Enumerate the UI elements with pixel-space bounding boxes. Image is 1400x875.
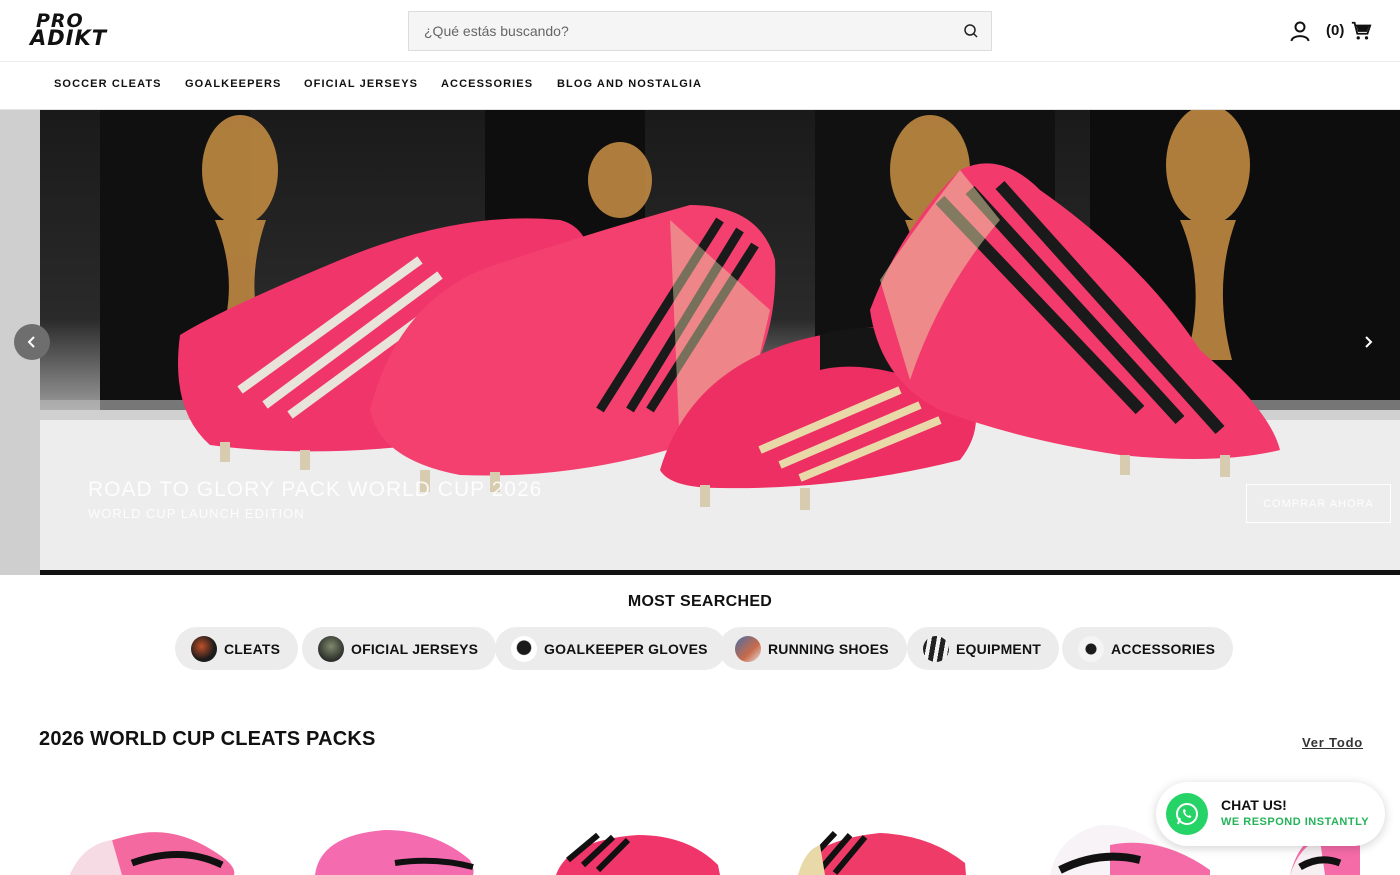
chip-label: RUNNING SHOES — [768, 640, 889, 657]
cleats-thumbnail — [191, 635, 217, 662]
hero-subtitle: WORLD CUP LAUNCH EDITION — [88, 506, 305, 521]
nav-item-oficial-jerseys[interactable]: OFICIAL JERSEYS — [304, 78, 418, 90]
chip-label: GOALKEEPER GLOVES — [544, 640, 708, 657]
brand-logo[interactable]: PRO ADIKT — [30, 12, 114, 50]
chip-equipment[interactable]: EQUIPMENT — [907, 627, 1060, 670]
glove-thumbnail — [511, 635, 537, 662]
chevron-left-icon — [27, 336, 35, 348]
user-icon[interactable] — [1288, 19, 1312, 43]
chat-subtitle: WE RESPOND INSTANTLY — [1221, 816, 1370, 828]
jersey-thumbnail — [318, 635, 344, 662]
section-title: 2026 WORLD CUP CLEATS PACKS — [39, 728, 376, 750]
chip-label: CLEATS — [224, 640, 281, 657]
cart-count[interactable]: (0) — [1326, 22, 1344, 39]
chat-title: CHAT US! — [1221, 797, 1287, 813]
search-input[interactable] — [409, 12, 951, 50]
nav-item-soccer-cleats[interactable]: SOCCER CLEATS — [54, 78, 162, 90]
view-all-link[interactable]: Ver Todo — [1302, 735, 1363, 750]
chip-accessories[interactable]: ACCESSORIES — [1062, 627, 1234, 670]
carousel-next-button[interactable] — [1356, 330, 1380, 354]
logo-line-2: ADIKT — [30, 26, 108, 50]
chip-oficial-jerseys[interactable]: OFICIAL JERSEYS — [302, 627, 497, 670]
product-card[interactable] — [62, 815, 242, 875]
running-shoe-thumbnail — [735, 635, 761, 662]
chat-widget[interactable]: CHAT US! WE RESPOND INSTANTLY — [1156, 782, 1385, 846]
cart-icon[interactable] — [1350, 20, 1372, 42]
chip-label: ACCESSORIES — [1111, 640, 1216, 657]
chip-goalkeeper-gloves[interactable]: GOALKEEPER GLOVES — [495, 627, 726, 670]
chip-label: EQUIPMENT — [956, 640, 1042, 657]
slide-progress-bar — [40, 570, 1400, 575]
chip-running-shoes[interactable]: RUNNING SHOES — [719, 627, 907, 670]
shop-now-button[interactable]: COMPRAR AHORA — [1246, 484, 1391, 523]
product-card[interactable] — [548, 815, 728, 875]
most-searched-title: MOST SEARCHED — [627, 593, 773, 610]
hero-carousel: ROAD TO GLORY PACK WORLD CUP 2026 WORLD … — [0, 110, 1400, 575]
hero-slide[interactable]: ROAD TO GLORY PACK WORLD CUP 2026 WORLD … — [40, 110, 1400, 575]
whatsapp-icon — [1166, 793, 1208, 835]
nav-item-blog[interactable]: BLOG AND NOSTALGIA — [557, 78, 702, 90]
product-card[interactable] — [790, 815, 970, 875]
chevron-right-icon — [1365, 336, 1373, 348]
main-nav: SOCCER CLEATS GOALKEEPERS OFICIAL JERSEY… — [0, 62, 1400, 110]
search-icon[interactable] — [951, 12, 991, 50]
site-header: PRO ADIKT (0) — [0, 0, 1400, 62]
carousel-prev-button[interactable] — [14, 324, 50, 360]
nav-item-goalkeepers[interactable]: GOALKEEPERS — [185, 78, 281, 90]
nav-item-accessories[interactable]: ACCESSORIES — [441, 78, 533, 90]
chip-label: OFICIAL JERSEYS — [351, 640, 479, 657]
search-bar — [408, 11, 992, 51]
product-card[interactable] — [305, 815, 485, 875]
equipment-thumbnail — [923, 635, 949, 662]
hero-title: ROAD TO GLORY PACK WORLD CUP 2026 — [88, 478, 543, 501]
accessories-thumbnail — [1078, 635, 1104, 662]
chip-cleats[interactable]: CLEATS — [175, 627, 299, 670]
